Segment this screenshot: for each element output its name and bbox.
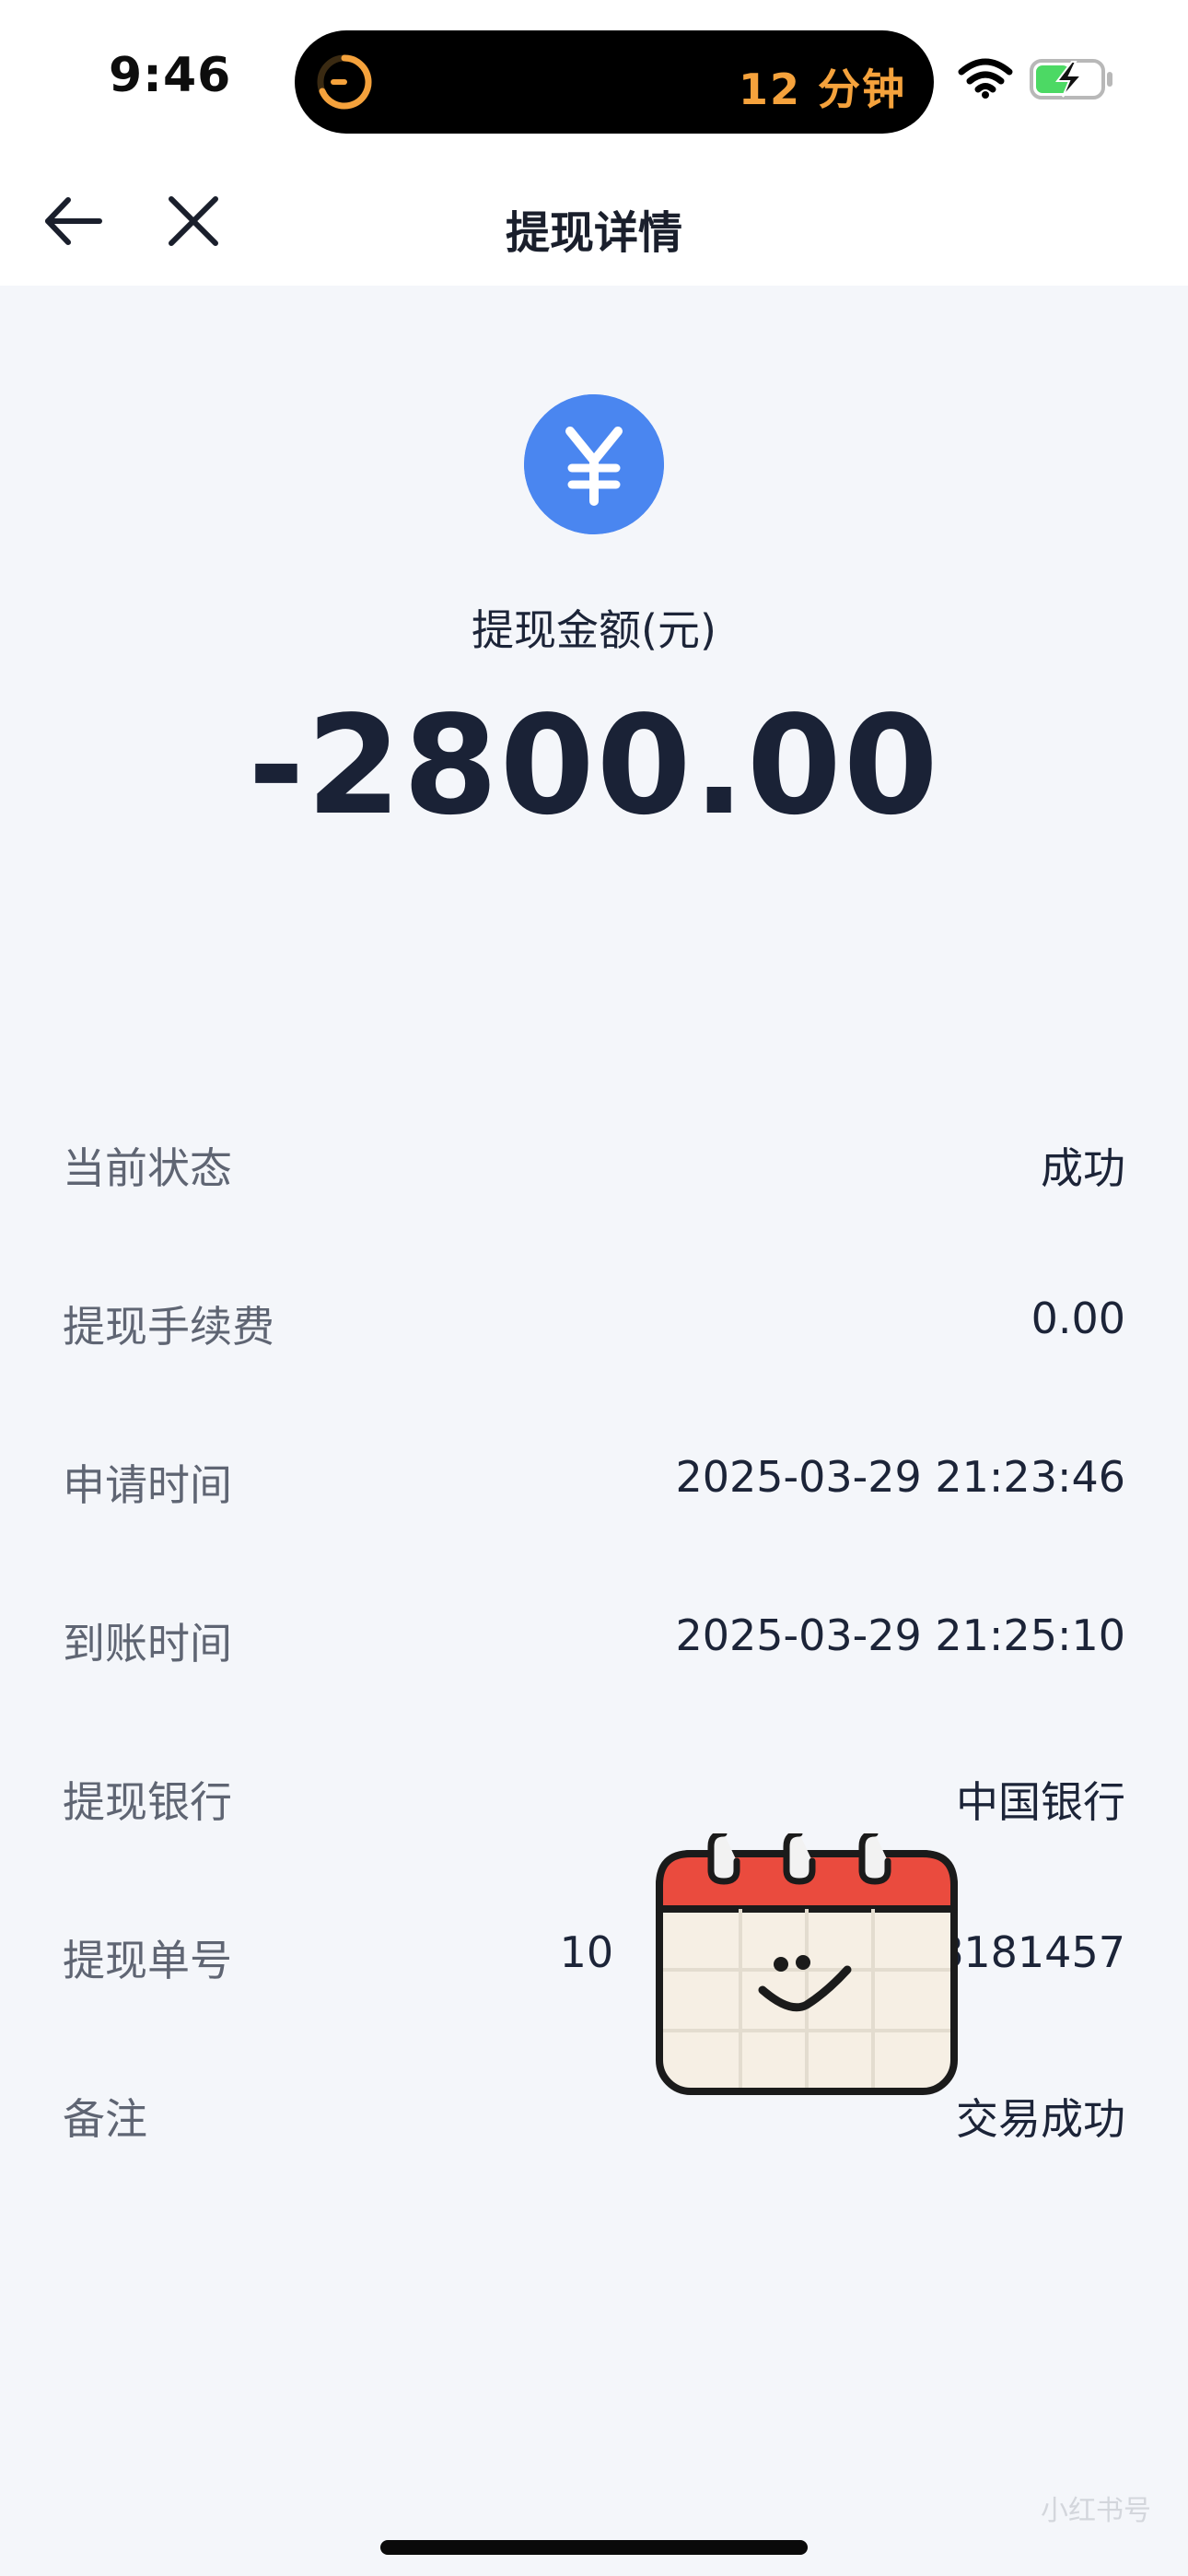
detail-list: 当前状态 成功 提现手续费 0.00 申请时间 2025-03-29 21:23… [0,1098,1188,2207]
dynamic-island[interactable]: 12 分钟 [295,30,934,134]
timer-icon [317,54,372,110]
page-title: 提现详情 [505,207,682,259]
detail-row-status: 当前状态 成功 [0,1098,1188,1257]
row-label: 提现手续费 [63,1302,274,1352]
amount-label: 提现金额(元) [472,605,716,655]
detail-row-bank: 提现银行 中国银行 [0,1732,1188,1891]
home-indicator[interactable] [380,2540,808,2555]
amount-value: -2800.00 [248,686,940,845]
row-value: 2025-03-29 21:25:10 [675,1610,1125,1660]
row-label: 备注 [63,2094,147,2144]
row-label: 提现银行 [63,1777,232,1827]
detail-row-fee: 提现手续费 0.00 [0,1257,1188,1415]
row-label: 到账时间 [63,1619,232,1669]
row-label: 提现单号 [63,1936,232,1985]
wifi-icon [958,58,1013,99]
battery-charging-icon [1030,59,1112,100]
nav-bar: 提现详情 [0,157,1188,286]
detail-row-arrival-time: 到账时间 2025-03-29 21:25:10 [0,1574,1188,1732]
timer-text: 12 分钟 [738,64,906,114]
row-label: 申请时间 [63,1460,232,1510]
row-value: 0.00 [1031,1294,1125,1343]
detail-row-apply-time: 申请时间 2025-03-29 21:23:46 [0,1415,1188,1574]
row-value: 交易成功 [956,2094,1125,2144]
row-label: 当前状态 [63,1143,232,1193]
calendar-smile-sticker [656,1833,958,2095]
status-bar: 9:46 12 分钟 [0,0,1188,157]
row-value: 中国银行 [956,1777,1125,1827]
detail-row-remark: 备注 交易成功 [0,2049,1188,2207]
yuan-icon [524,394,664,534]
watermark: 小红书号 [1041,2495,1151,2527]
status-time: 9:46 [109,48,232,103]
row-value: 成功 [1041,1143,1125,1193]
detail-row-order-number[interactable]: 提现单号 10 8181457 [0,1891,1188,2049]
row-value: 2025-03-29 21:23:46 [675,1452,1125,1502]
